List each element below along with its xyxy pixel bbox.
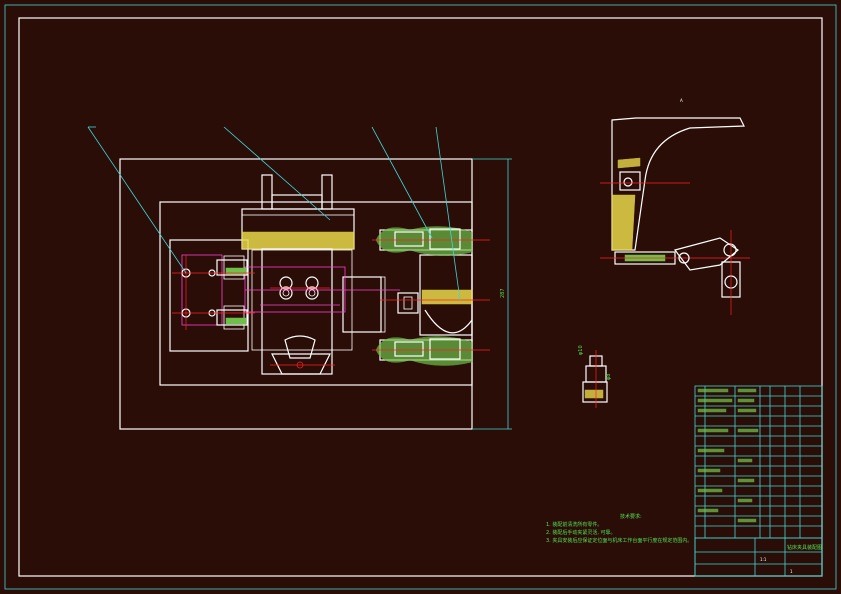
view-label-a: A xyxy=(680,98,683,103)
title-block-scale: 1:1 xyxy=(760,557,767,562)
hatch-clamp-block xyxy=(241,231,355,250)
small-part-detail: φ10 φ8 xyxy=(578,345,612,408)
main-assembly-view: 287 xyxy=(87,126,512,430)
technical-requirements: 技术要求: 1. 装配前清洗所有零件。 2. 装配后手动夹紧灵活, 可靠。 3.… xyxy=(546,513,692,544)
title-block-drawing-name: 钻床夹具装配图 xyxy=(787,544,822,551)
cad-drawing-canvas: 287 A φ10 φ8 技术要求: 1. 装配前清洗所有零件。 2. 装配后手… xyxy=(4,4,837,590)
side-view-detail: A xyxy=(600,98,750,315)
tech-req-heading: 技术要求: xyxy=(620,513,642,520)
detail-dim-b: φ8 xyxy=(606,374,612,380)
tech-req-item-1: 1. 装配前清洗所有零件。 xyxy=(546,521,602,528)
parts-list-table: 钻床夹具装配图 1:1 1 xyxy=(694,385,823,577)
tech-req-item-3: 3. 夹具安装后应保证定位面与机床工作台面平行度在规定范围内。 xyxy=(546,537,692,544)
tech-req-item-2: 2. 装配后手动夹紧灵活, 可靠。 xyxy=(546,529,616,536)
detail-dim-a: φ10 xyxy=(578,345,584,355)
overall-height-dimension: 287 xyxy=(500,288,506,298)
title-block-sheet: 1 xyxy=(790,569,793,574)
